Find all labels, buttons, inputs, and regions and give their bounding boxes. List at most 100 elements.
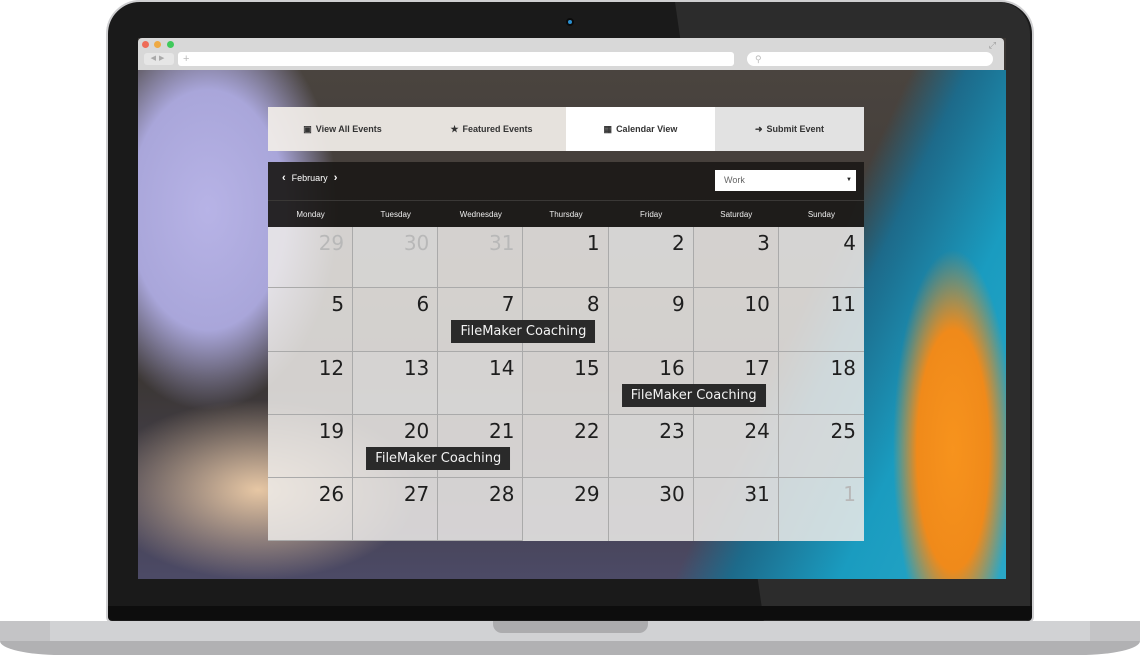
day-number: 13 xyxy=(403,356,430,380)
maximize-window-button[interactable] xyxy=(167,41,174,48)
day-number: 18 xyxy=(830,356,856,380)
month-label: February xyxy=(291,173,328,183)
tab-view-all-events[interactable]: ▣ View All Events xyxy=(268,107,417,151)
day-number: 31 xyxy=(744,482,770,506)
day-number: 27 xyxy=(403,482,430,506)
next-month-button[interactable]: › xyxy=(334,172,338,184)
search-icon: ⚲ xyxy=(755,54,762,64)
day-cell[interactable]: 31 xyxy=(693,478,779,541)
star-icon: ★ xyxy=(450,123,459,134)
day-number: 24 xyxy=(744,419,770,443)
tab-submit-event[interactable]: ➜ Submit Event xyxy=(715,107,864,151)
day-cell[interactable]: 1 xyxy=(779,478,864,541)
browser-toolbar: ◀▶ + ⚲ ⤢ xyxy=(138,38,1004,70)
day-cell[interactable]: 25 xyxy=(778,415,864,478)
minimize-window-button[interactable] xyxy=(154,41,161,48)
day-cell[interactable]: 30 xyxy=(608,478,694,541)
lid-bottom-bezel xyxy=(108,606,1032,620)
day-cell[interactable]: 30 xyxy=(353,227,439,288)
close-window-button[interactable] xyxy=(142,41,149,48)
event-item[interactable]: FileMaker Coaching xyxy=(451,320,596,343)
day-cell[interactable]: 31 xyxy=(438,227,524,288)
day-number: 29 xyxy=(318,231,345,255)
day-number: 22 xyxy=(574,419,600,443)
day-cell[interactable]: 1 xyxy=(523,227,609,288)
day-number: 10 xyxy=(744,292,770,316)
day-cell[interactable]: 10 xyxy=(693,288,779,352)
url-bar[interactable]: + xyxy=(178,52,734,66)
day-number: 31 xyxy=(488,231,515,255)
weekday-sunday: Sunday xyxy=(807,210,835,219)
day-number: 14 xyxy=(488,356,515,380)
day-cell[interactable]: 9 xyxy=(608,288,694,352)
day-number: 12 xyxy=(318,356,345,380)
day-cell[interactable]: 11 xyxy=(778,288,864,352)
day-cell[interactable]: 23 xyxy=(608,415,694,478)
day-number: 25 xyxy=(830,419,856,443)
day-number: 30 xyxy=(659,482,685,506)
tab-featured-events[interactable]: ★ Featured Events xyxy=(417,107,566,151)
day-cell[interactable]: 5 xyxy=(268,288,354,352)
day-cell[interactable]: 13 xyxy=(353,352,439,415)
sign-in-icon: ➜ xyxy=(754,123,763,134)
plus-icon: + xyxy=(183,53,190,65)
weekday-friday: Friday xyxy=(640,210,663,219)
back-forward-buttons[interactable]: ◀▶ xyxy=(144,53,174,65)
day-number: 26 xyxy=(318,482,345,506)
day-number: 11 xyxy=(830,292,856,316)
weekday-wednesday: Wednesday xyxy=(459,210,502,219)
day-number: 17 xyxy=(744,356,770,380)
day-cell[interactable]: 19 xyxy=(268,415,354,478)
tab-label: Calendar View xyxy=(616,124,678,134)
day-number: 23 xyxy=(659,419,685,443)
category-select[interactable]: Work ▼ xyxy=(715,170,856,191)
fullscreen-icon[interactable]: ⤢ xyxy=(989,40,996,51)
tab-calendar-view[interactable]: ▦ Calendar View xyxy=(566,107,715,151)
day-number: 20 xyxy=(403,419,430,443)
day-number: 9 xyxy=(671,292,685,316)
browser-search-input[interactable]: ⚲ xyxy=(747,52,993,66)
archive-icon: ▣ xyxy=(303,123,312,134)
month-navigation: ‹ February › xyxy=(282,172,337,184)
prev-month-button[interactable]: ‹ xyxy=(282,172,286,184)
day-cell[interactable]: 14 xyxy=(438,352,524,415)
day-cell[interactable]: 4 xyxy=(778,227,864,288)
day-cell[interactable]: 22 xyxy=(523,415,609,478)
day-cell[interactable]: 26 xyxy=(268,478,354,541)
day-number: 3 xyxy=(757,231,770,255)
day-cell[interactable]: 27 xyxy=(353,478,439,541)
calendar-header: ‹ February › Work ▼ Monday Tuesday Wednesd… xyxy=(268,162,864,227)
category-select-value: Work xyxy=(724,175,745,185)
day-cell[interactable]: 12 xyxy=(268,352,354,415)
day-number: 6 xyxy=(416,292,430,316)
day-number: 4 xyxy=(843,231,856,255)
event-tabs: ▣ View All Events ★ Featured Events ▦ Calenda… xyxy=(268,107,864,151)
camera-icon xyxy=(566,18,574,26)
day-cell[interactable]: 6 xyxy=(353,288,439,352)
event-item[interactable]: FileMaker Coaching xyxy=(366,447,511,470)
calendar-grid: 29 30 31 1 2 3 4 5 6 7 8 9 10 11 12 13 14 15 16 17 18 19 20 21 2… xyxy=(268,227,864,541)
day-number: 30 xyxy=(403,231,430,255)
day-number: 1 xyxy=(586,231,600,255)
calendar-icon: ▦ xyxy=(603,123,613,134)
day-cell[interactable]: 24 xyxy=(693,415,779,478)
day-number: 8 xyxy=(586,292,600,316)
laptop-base xyxy=(0,621,1140,655)
weekday-monday: Monday xyxy=(296,210,325,219)
tab-label: Submit Event xyxy=(766,124,825,134)
day-number: 28 xyxy=(488,482,515,506)
day-cell[interactable]: 28 xyxy=(438,478,524,541)
day-cell[interactable]: 18 xyxy=(778,352,864,415)
day-cell[interactable]: 2 xyxy=(608,227,694,288)
day-number: 19 xyxy=(318,419,345,443)
day-cell[interactable]: 29 xyxy=(523,478,609,541)
day-cell[interactable]: 29 xyxy=(268,227,354,288)
lid-opening-notch xyxy=(493,621,648,633)
day-cell[interactable]: 3 xyxy=(693,227,779,288)
weekday-tuesday: Tuesday xyxy=(380,210,411,219)
tab-label: Featured Events xyxy=(462,124,533,134)
day-cell[interactable]: 15 xyxy=(523,352,609,415)
event-item[interactable]: FileMaker Coaching xyxy=(621,384,766,407)
weekday-header-row: Monday Tuesday Wednesday Thursday Friday Satu… xyxy=(268,200,864,227)
weekday-saturday: Saturday xyxy=(720,210,753,219)
